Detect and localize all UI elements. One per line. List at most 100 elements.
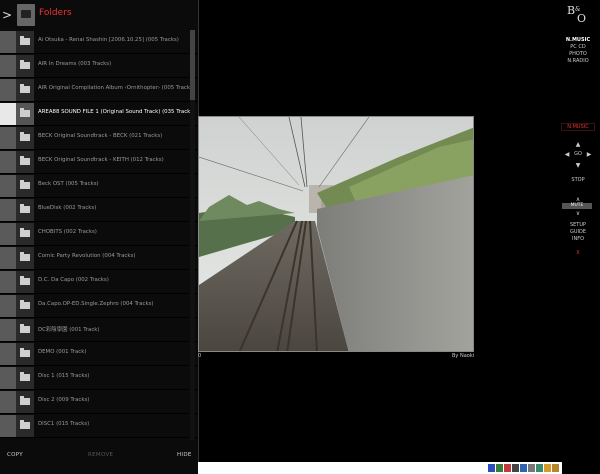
folder-icon-box [16,343,34,365]
folder-thumbnail [0,199,16,221]
folder-label: Da.Capo.OP-ED.Single.Zephro (004 Tracks) [38,301,154,307]
folder-row[interactable]: BECK Original Soundtrack - BECK (021 Tra… [0,126,198,150]
close-icon[interactable]: X [574,250,582,256]
folder-icon [20,132,30,141]
folder-row[interactable]: CHOBITS (002 Tracks) [0,222,198,246]
folder-thumbnail [0,175,16,197]
folder-icon-box [16,55,34,77]
setup-button[interactable]: SETUP [566,222,590,228]
logo-letter-o: O [577,12,587,25]
folder-label: DISC1 (015 Tracks) [38,421,90,427]
folder-icon-box [16,415,34,437]
folder-icon [20,372,30,381]
monitor-icon[interactable] [536,464,543,472]
folder-icon-box [16,31,34,53]
folder-thumbnail [0,223,16,245]
folder-row[interactable]: Disc 1 (015 Tracks) [0,366,198,390]
folder-icon [20,324,30,333]
folder-row[interactable]: Beck OST (005 Tracks) [0,174,198,198]
double-arrow-icon[interactable] [488,464,495,472]
folder-row-selected[interactable]: AREA88 SOUND FILE 1 (Original Sound Trac… [0,102,198,126]
shield-icon[interactable] [504,464,511,472]
next-icon[interactable]: ▶ [585,151,593,158]
folder-icon [20,108,30,117]
chat-icon[interactable] [544,464,551,472]
folder-label: BECK Original Soundtrack - BECK (021 Tra… [38,133,163,139]
folder-icon [20,228,30,237]
mute-button[interactable]: MUTE [562,203,592,209]
folder-icon-box [16,223,34,245]
folder-icon [20,300,30,309]
folder-row[interactable]: AIR Original Compilation Album ‹Ornithop… [0,78,198,102]
folder-icon [20,84,30,93]
grid-icon[interactable] [512,464,519,472]
panel-header: > Folders [0,0,198,30]
folder-row[interactable]: AIR In Dreams (003 Tracks) [0,54,198,78]
guide-button[interactable]: GUIDE [566,229,590,235]
folder-label: Ai Otsuka - Renai Shashin [2006.10.25] (… [38,37,179,43]
folder-thumbnail [0,319,16,341]
folder-icon [20,204,30,213]
folder-row[interactable]: BECK Original Soundtrack - KEITH (012 Tr… [0,150,198,174]
folder-row[interactable]: Comic Party Revolution (004 Tracks) [0,246,198,270]
folder-row[interactable]: Disc 2 (009 Tracks) [0,390,198,414]
folder-scrollbar[interactable] [190,30,195,440]
photo-index: 0 [198,353,202,359]
folder-row[interactable]: Ai Otsuka - Renai Shashin [2006.10.25] (… [0,30,198,54]
folder-label: D.C. Da Capo (002 Tracks) [38,277,109,283]
folder-row[interactable]: DISC1 (015 Tracks) [0,414,198,438]
source-photo[interactable]: PHOTO [560,51,596,57]
folder-icon[interactable] [552,464,559,472]
folder-icon-box [16,151,34,173]
hide-button[interactable]: HIDE [177,452,192,458]
railway-photo [199,117,473,351]
source-nmusic[interactable]: N.MUSIC [560,37,596,43]
folder-icon-box [16,175,34,197]
folder-label: AIR In Dreams (003 Tracks) [38,61,112,67]
back-arrow-icon[interactable]: > [0,4,14,26]
folder-row[interactable]: DC彩陰學園 (001 Track) [0,318,198,342]
photo-view[interactable] [198,116,474,352]
volume-up-icon[interactable]: ∧ [574,196,582,203]
source-nradio[interactable]: N.RADIO [560,58,596,64]
go-button[interactable]: GO [572,151,584,157]
status-tray [487,462,562,474]
copy-button[interactable]: COPY [7,452,23,458]
folder-row[interactable]: BlueDisk (002 Tracks) [0,198,198,222]
folder-thumbnail [0,295,16,317]
folder-thumbnail [0,151,16,173]
source-pccd[interactable]: PC CD [560,44,596,50]
folder-icon-box [16,295,34,317]
remove-button[interactable]: REMOVE [88,452,113,458]
folder-icon [20,396,30,405]
folder-thumbnail [0,367,16,389]
previous-icon[interactable]: ◀ [563,151,571,158]
down-arrow-icon[interactable]: ▼ [574,162,582,169]
info-button[interactable]: INFO [566,236,590,242]
folder-icon-box [16,127,34,149]
up-arrow-icon[interactable]: ▲ [574,141,582,148]
folder-icon-box [16,367,34,389]
folder-thumbnail [0,127,16,149]
folder-thumbnail [0,103,16,125]
active-source-indicator: N.MUSIC [561,123,595,131]
sync-icon[interactable] [496,464,503,472]
folder-row[interactable]: DEMO (001 Track) [0,342,198,366]
folder-icon-box [16,391,34,413]
folder-row[interactable]: Da.Capo.OP-ED.Single.Zephro (004 Tracks) [0,294,198,318]
scrollbar-thumb[interactable] [190,30,195,100]
camera-icon[interactable] [528,464,535,472]
volume-down-icon[interactable]: ∨ [574,210,582,217]
mail-icon[interactable] [520,464,527,472]
folder-label: CHOBITS (002 Tracks) [38,229,97,235]
folder-thumbnail [0,415,16,437]
folder-label: Beck OST (005 Tracks) [38,181,99,187]
stop-button[interactable]: STOP [568,177,588,183]
folder-icon [20,420,30,429]
folder-icon [20,60,30,69]
panel-title: Folders [39,8,72,18]
folder-icon-box [16,79,34,101]
folder-row[interactable]: D.C. Da Capo (002 Tracks) [0,270,198,294]
folder-icon-box [16,271,34,293]
folder-thumbnail [0,391,16,413]
